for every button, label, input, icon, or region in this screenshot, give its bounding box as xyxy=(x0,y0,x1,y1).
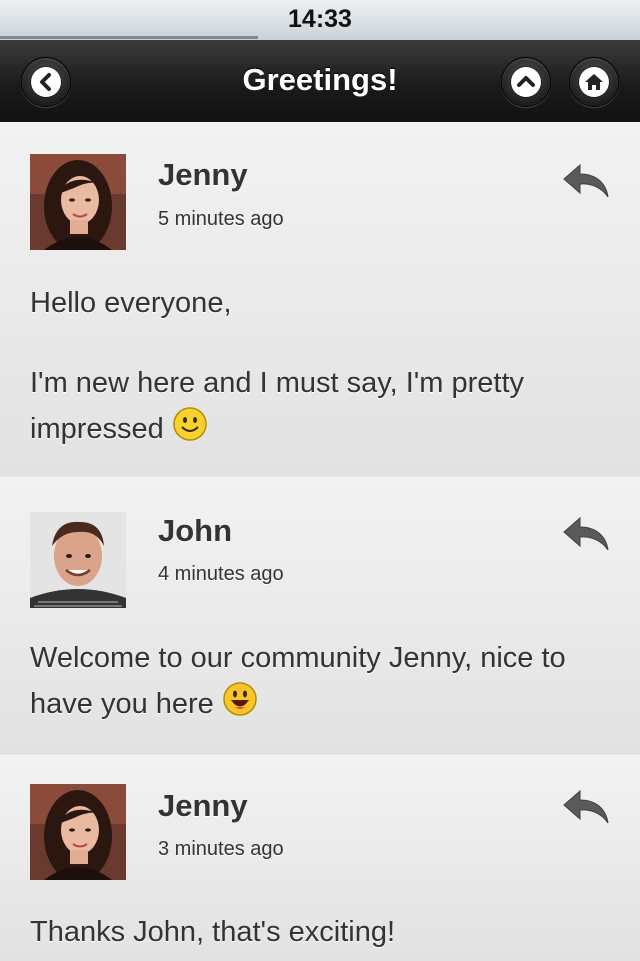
back-button[interactable] xyxy=(21,57,71,107)
grin-emoji-icon xyxy=(223,682,257,717)
status-time: 14:33 xyxy=(288,5,352,33)
post-paragraph: I'm new here and I must say, I'm pretty … xyxy=(30,367,525,445)
post-author[interactable]: Jenny xyxy=(158,157,248,193)
chevron-up-icon xyxy=(517,76,535,87)
post-item: Jenny 3 minutes ago Thanks John, that's … xyxy=(0,755,640,961)
post-body: Thanks John, that's exciting! xyxy=(30,909,610,955)
post-time: 4 minutes ago xyxy=(158,563,284,585)
post-paragraph: Hello everyone, xyxy=(30,287,232,319)
post-paragraph: Thanks John, that's exciting! xyxy=(30,916,396,948)
post-author[interactable]: John xyxy=(158,513,232,549)
post-author[interactable]: Jenny xyxy=(158,788,248,824)
post-body: Welcome to our community Jenny, nice to … xyxy=(30,635,610,727)
chevron-left-icon xyxy=(40,73,51,91)
home-icon xyxy=(585,74,603,90)
home-button[interactable] xyxy=(569,57,619,107)
battery-indicator xyxy=(0,36,258,39)
page-title: Greetings! xyxy=(242,62,398,97)
post-body: Hello everyone, I'm new here and I must … xyxy=(30,280,610,452)
status-bar: 14:33 xyxy=(0,0,640,41)
reply-icon[interactable] xyxy=(562,516,610,552)
post-item: Jenny 5 minutes ago Hello everyone, I'm … xyxy=(0,122,640,479)
avatar[interactable] xyxy=(30,784,126,880)
post-time: 3 minutes ago xyxy=(158,838,284,860)
avatar[interactable] xyxy=(30,512,126,608)
reply-icon[interactable] xyxy=(562,789,610,825)
post-time: 5 minutes ago xyxy=(158,208,284,230)
reply-icon[interactable] xyxy=(562,163,610,199)
post-paragraph: Welcome to our community Jenny, nice to … xyxy=(30,642,566,720)
avatar[interactable] xyxy=(30,154,126,250)
scroll-top-button[interactable] xyxy=(501,57,551,107)
smile-emoji-icon xyxy=(173,407,207,442)
post-item: John 4 minutes ago Welcome to our commun… xyxy=(0,477,640,757)
nav-bar: Greetings! xyxy=(0,40,640,123)
